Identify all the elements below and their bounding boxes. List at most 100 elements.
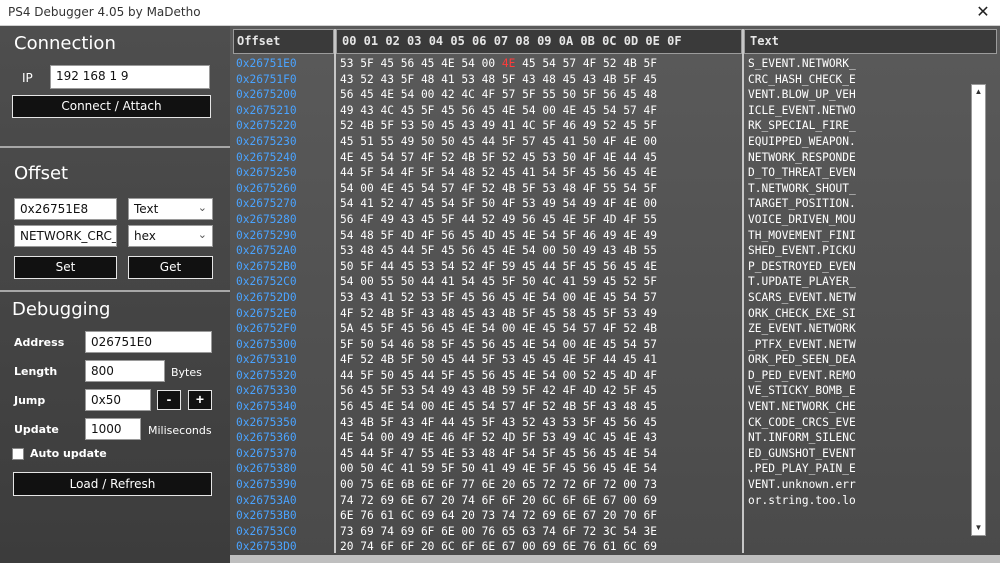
hex-row[interactable]: 54 00 55 50 44 41 54 45 5F 50 4C 41 59 4… (340, 274, 657, 290)
hex-row[interactable]: 5A 45 5F 45 56 45 4E 54 00 4E 45 54 57 4… (340, 321, 657, 337)
length-input[interactable]: 800 (85, 360, 165, 382)
hex-row[interactable]: 00 75 6E 6B 6E 6F 77 6E 20 65 72 72 6F 7… (340, 477, 657, 493)
hex-row[interactable]: 00 50 4C 41 59 5F 50 41 49 4E 5F 45 56 4… (340, 461, 657, 477)
jump-minus-button[interactable]: - (157, 390, 181, 410)
offset-input[interactable]: 0x26751E8 (14, 198, 117, 220)
hex-row[interactable]: 53 48 45 44 5F 45 56 45 4E 54 00 50 49 4… (340, 243, 657, 259)
hex-row[interactable]: 50 5F 44 45 53 54 52 4F 59 45 44 5F 45 5… (340, 259, 657, 275)
text-row[interactable]: EQUIPPED_WEAPON. (748, 134, 856, 150)
offset-row[interactable]: 0x2675320 (236, 368, 297, 384)
ip-input[interactable]: 192 168 1 9 (50, 65, 210, 89)
format-select[interactable]: hex ⌄ (128, 225, 213, 247)
hex-row[interactable]: 56 45 4E 54 00 4E 45 54 57 4F 52 4B 5F 4… (340, 399, 657, 415)
offset-row[interactable]: 0x2675360 (236, 430, 297, 446)
close-icon[interactable]: ✕ (966, 0, 1000, 26)
hex-row[interactable]: 4F 52 4B 5F 43 48 45 43 4B 5F 45 58 45 5… (340, 306, 657, 322)
offset-row[interactable]: 0x2675260 (236, 181, 297, 197)
hex-row[interactable]: 53 5F 45 56 45 4E 54 00 4E 45 54 57 4F 5… (340, 56, 657, 72)
offset-row[interactable]: 0x2675220 (236, 118, 297, 134)
text-row[interactable]: ICLE_EVENT.NETWO (748, 103, 856, 119)
load-refresh-button[interactable]: Load / Refresh (13, 472, 212, 496)
hex-row[interactable]: 5F 50 54 46 58 5F 45 56 45 4E 54 00 4E 4… (340, 337, 657, 353)
text-row[interactable]: ED_GUNSHOT_EVENT (748, 446, 856, 462)
offset-row[interactable]: 0x2675250 (236, 165, 297, 181)
text-scrollbar[interactable]: ▲ ▼ (971, 84, 986, 536)
text-row[interactable]: CRC_HASH_CHECK_E (748, 72, 856, 88)
hex-row[interactable]: 54 48 5F 4D 4F 56 45 4D 45 4E 54 5F 46 4… (340, 228, 657, 244)
hex-row[interactable]: 20 74 6F 6F 20 6C 6F 6E 67 00 69 6E 76 6… (340, 539, 657, 555)
offset-row[interactable]: 0x26751F0 (236, 72, 297, 88)
hex-row[interactable]: 73 69 74 69 6F 6E 00 76 65 63 74 6F 72 3… (340, 524, 657, 540)
offset-row[interactable]: 0x2675200 (236, 87, 297, 103)
offset-row[interactable]: 0x2675230 (236, 134, 297, 150)
offset-row[interactable]: 0x2675300 (236, 337, 297, 353)
text-row[interactable]: ZE_EVENT.NETWORK (748, 321, 856, 337)
offset-row[interactable]: 0x2675290 (236, 228, 297, 244)
get-button[interactable]: Get (128, 256, 213, 279)
offset-row[interactable]: 0x2675340 (236, 399, 297, 415)
text-row[interactable]: NETWORK_RESPONDE (748, 150, 856, 166)
offset-row[interactable]: 0x26752E0 (236, 306, 297, 322)
offset-row[interactable]: 0x26753D0 (236, 539, 297, 555)
hex-row[interactable]: 44 5F 50 45 44 5F 45 56 45 4E 54 00 52 4… (340, 368, 657, 384)
offset-row[interactable]: 0x2675310 (236, 352, 297, 368)
text-dump[interactable]: S_EVENT.NETWORK_ CRC_HASH_CHECK_E VENT.BLO… (748, 56, 856, 508)
hex-row[interactable]: 6E 76 61 6C 69 64 20 73 74 72 69 6E 67 2… (340, 508, 657, 524)
auto-update-checkbox[interactable] (12, 448, 24, 460)
horizontal-scrollbar[interactable] (230, 555, 1000, 563)
text-row[interactable]: VENT.BLOW_UP_VEH (748, 87, 856, 103)
text-row[interactable]: CK_CODE_CRCS_EVE (748, 415, 856, 431)
text-row[interactable]: D_PED_EVENT.REMO (748, 368, 856, 384)
hex-row[interactable]: 53 43 41 52 53 5F 45 56 45 4E 54 00 4E 4… (340, 290, 657, 306)
offset-row[interactable]: 0x2675270 (236, 196, 297, 212)
type-select[interactable]: Text ⌄ (128, 198, 213, 220)
jump-input[interactable]: 0x50 (85, 389, 151, 411)
text-row[interactable]: VOICE_DRIVEN_MOU (748, 212, 856, 228)
text-row[interactable]: TARGET_POSITION. (748, 196, 856, 212)
hex-row[interactable]: 4E 45 54 57 4F 52 4B 5F 52 45 53 50 4F 4… (340, 150, 657, 166)
text-row[interactable]: ORK_CHECK_EXE_SI (748, 306, 856, 322)
offset-row[interactable]: 0x2675330 (236, 383, 297, 399)
text-row[interactable]: RK_SPECIAL_FIRE_ (748, 118, 856, 134)
text-row[interactable]: VENT.unknown.err (748, 477, 856, 493)
hex-row[interactable]: 56 45 4E 54 00 42 4C 4F 57 5F 55 50 5F 5… (340, 87, 657, 103)
text-row[interactable]: _PTFX_EVENT.NETW (748, 337, 856, 353)
hex-row[interactable]: 54 00 4E 45 54 57 4F 52 4B 5F 53 48 4F 5… (340, 181, 657, 197)
offset-row[interactable]: 0x26752A0 (236, 243, 297, 259)
offset-row[interactable]: 0x2675380 (236, 461, 297, 477)
set-button[interactable]: Set (14, 256, 117, 279)
text-row[interactable]: or.string.too.lo (748, 493, 856, 509)
highlighted-byte[interactable]: 4E (502, 57, 515, 70)
text-row[interactable]: ORK_PED_SEEN_DEA (748, 352, 856, 368)
text-row[interactable]: D_TO_THREAT_EVEN (748, 165, 856, 181)
hex-row[interactable]: 52 4B 5F 53 50 45 43 49 41 4C 5F 46 49 5… (340, 118, 657, 134)
search-value-input[interactable]: NETWORK_CRC_ (14, 225, 117, 247)
jump-plus-button[interactable]: + (188, 390, 212, 410)
text-row[interactable]: T.UPDATE_PLAYER_ (748, 274, 856, 290)
connect-attach-button[interactable]: Connect / Attach (12, 95, 211, 118)
text-row[interactable]: TH_MOVEMENT_FINI (748, 228, 856, 244)
update-interval-input[interactable]: 1000 (85, 418, 141, 440)
scroll-up-icon[interactable]: ▲ (972, 85, 985, 99)
hex-row[interactable]: 43 4B 5F 43 4F 44 45 5F 43 52 43 53 5F 4… (340, 415, 657, 431)
hex-row[interactable]: 45 51 55 49 50 50 45 44 5F 57 45 41 50 4… (340, 134, 657, 150)
text-row[interactable]: SCARS_EVENT.NETW (748, 290, 856, 306)
hex-row[interactable]: 4F 52 4B 5F 50 45 44 5F 53 45 45 4E 5F 4… (340, 352, 657, 368)
offset-row[interactable]: 0x2675280 (236, 212, 297, 228)
hex-row[interactable]: 4E 54 00 49 4E 46 4F 52 4D 5F 53 49 4C 4… (340, 430, 657, 446)
hex-row[interactable]: 49 43 4C 45 5F 45 56 45 4E 54 00 4E 45 5… (340, 103, 657, 119)
hex-row[interactable]: 54 41 52 47 45 54 5F 50 4F 53 49 54 49 4… (340, 196, 657, 212)
offset-row[interactable]: 0x26752C0 (236, 274, 297, 290)
text-row[interactable]: .PED_PLAY_PAIN_E (748, 461, 856, 477)
offset-row[interactable]: 0x2675210 (236, 103, 297, 119)
hex-row[interactable]: 43 52 43 5F 48 41 53 48 5F 43 48 45 43 4… (340, 72, 657, 88)
offset-row[interactable]: 0x2675370 (236, 446, 297, 462)
offset-row[interactable]: 0x26752B0 (236, 259, 297, 275)
offset-row[interactable]: 0x26752D0 (236, 290, 297, 306)
offset-row[interactable]: 0x2675390 (236, 477, 297, 493)
text-row[interactable]: VE_STICKY_BOMB_E (748, 383, 856, 399)
offset-row[interactable]: 0x26752F0 (236, 321, 297, 337)
offset-row[interactable]: 0x26753C0 (236, 524, 297, 540)
hex-row[interactable]: 44 5F 54 4F 5F 54 48 52 45 41 54 5F 45 5… (340, 165, 657, 181)
address-input[interactable]: 026751E0 (85, 331, 212, 353)
